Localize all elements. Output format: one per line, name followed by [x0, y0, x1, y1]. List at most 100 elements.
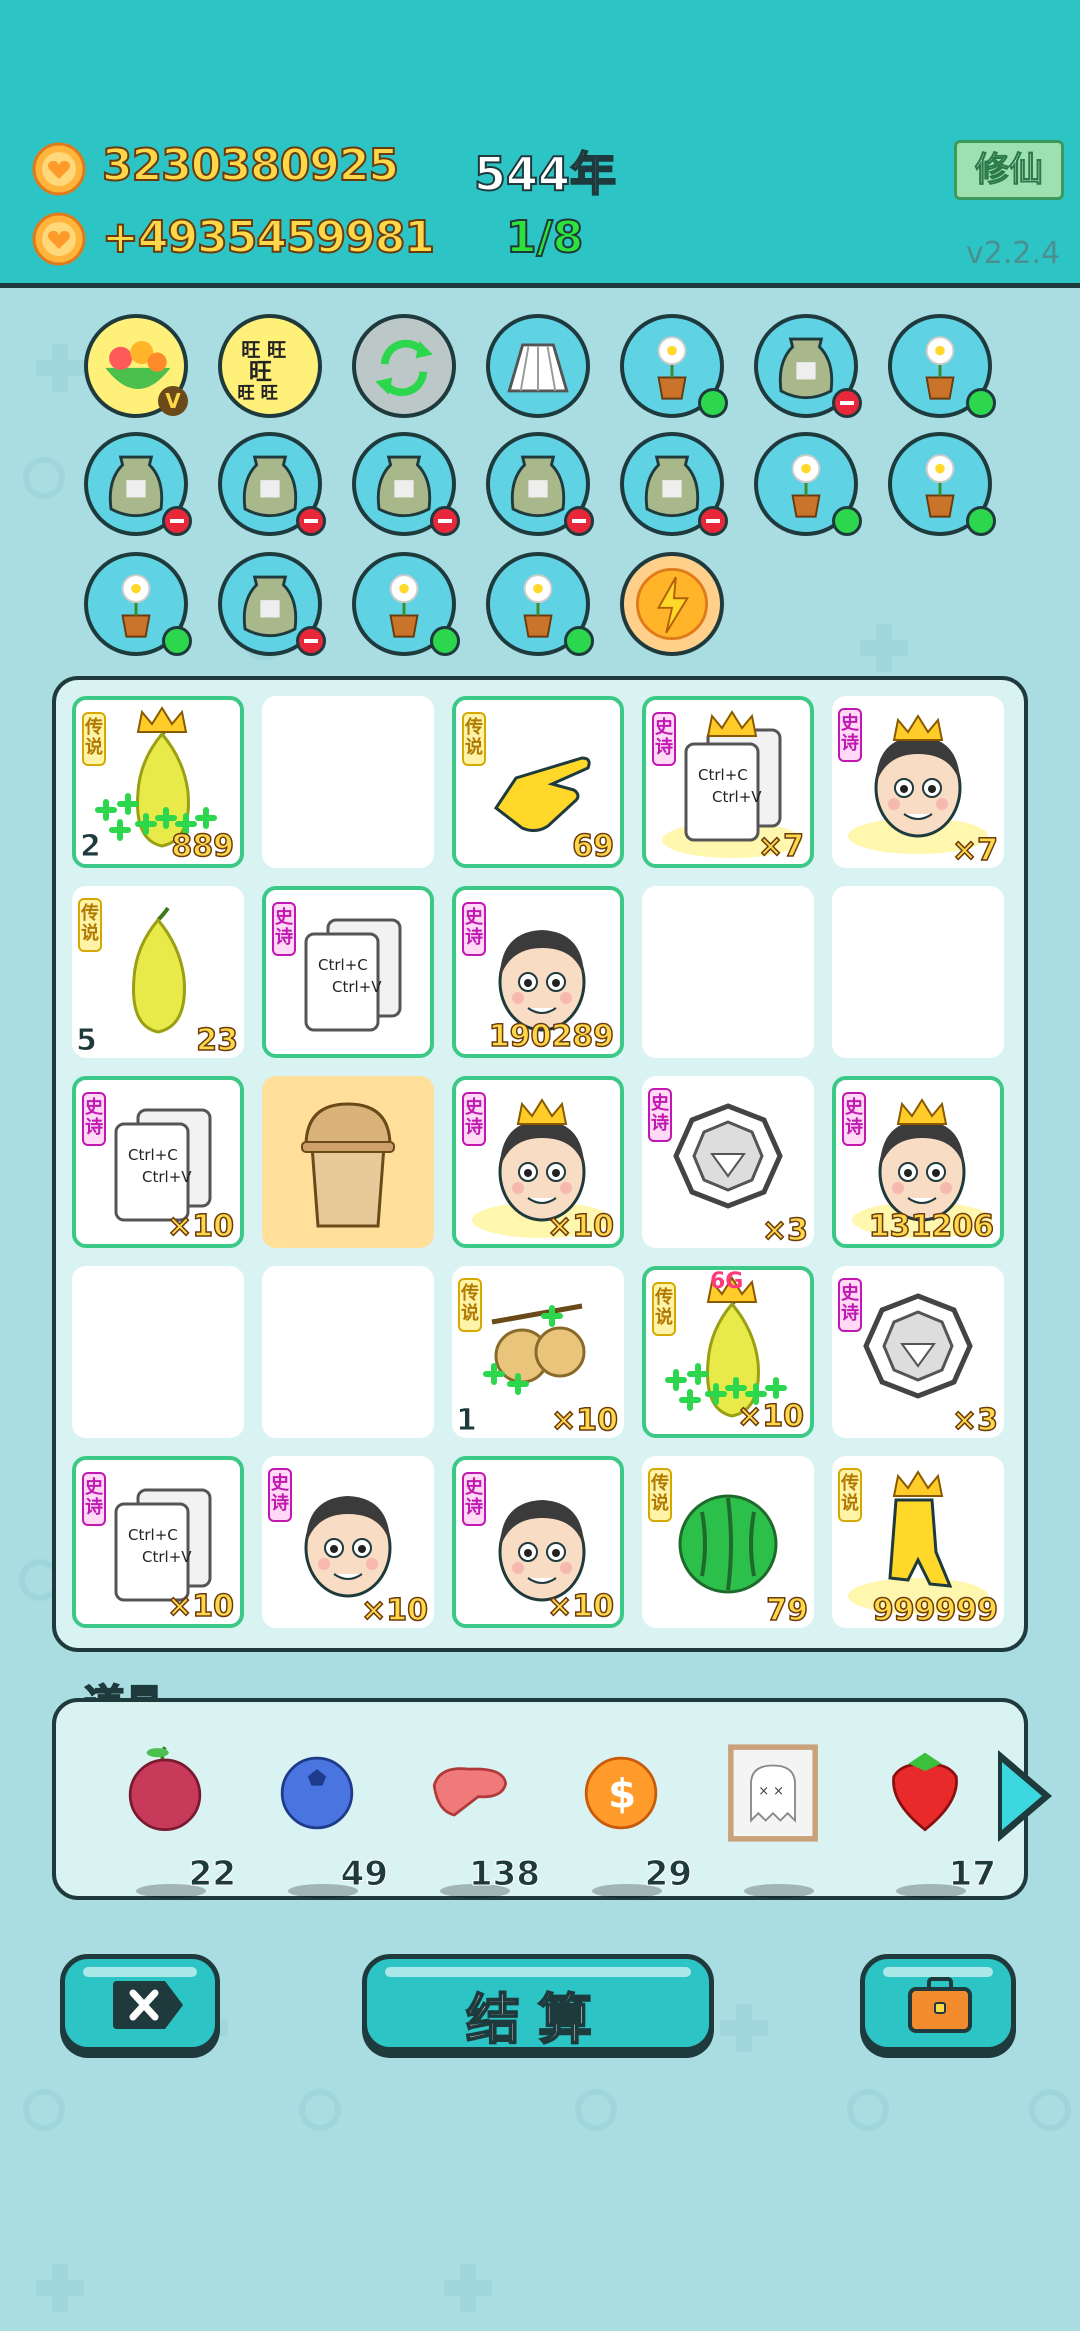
- relic-flower-pot-icon[interactable]: [888, 314, 996, 418]
- tile-value: ×10: [546, 1588, 614, 1624]
- board-tile[interactable]: 传说 23 5: [72, 886, 244, 1058]
- board-tile[interactable]: Ctrl+C Ctrl+V 史诗 ×10: [72, 1456, 244, 1628]
- tile-count: 1: [456, 1403, 478, 1439]
- board-tile[interactable]: Ctrl+C Ctrl+V 史诗: [262, 886, 434, 1058]
- board-tile[interactable]: 史诗 ×3: [832, 1266, 1004, 1438]
- board-tile[interactable]: 史诗 131206: [832, 1076, 1004, 1248]
- prop-item[interactable]: 17: [866, 1738, 997, 1898]
- board-tile[interactable]: 史诗 ×10: [452, 1076, 624, 1248]
- board-tile[interactable]: [832, 886, 1004, 1058]
- relic-sack-icon[interactable]: [84, 432, 192, 536]
- prop-item[interactable]: $29: [562, 1738, 693, 1898]
- board-tile[interactable]: Ctrl+C Ctrl+V 史诗 ×7: [642, 696, 814, 868]
- exit-button[interactable]: [60, 1954, 220, 2052]
- tile-value: ×10: [546, 1208, 614, 1244]
- svg-text:Ctrl+V: Ctrl+V: [332, 978, 382, 996]
- lightning-icon: [636, 568, 708, 640]
- relic-lightning-icon[interactable]: [620, 552, 724, 656]
- relic-refresh-icon[interactable]: [352, 314, 456, 418]
- active-badge: [832, 506, 862, 536]
- props-next-arrow-fill: [1002, 1762, 1042, 1830]
- relic-sack-icon[interactable]: [486, 432, 594, 536]
- rarity-tag: 史诗: [648, 1088, 672, 1142]
- board-tile[interactable]: 传说 69: [452, 696, 624, 868]
- prop-count: 17: [948, 1854, 996, 1895]
- cultivate-button[interactable]: 修仙: [954, 140, 1064, 200]
- board-tile[interactable]: [262, 1076, 434, 1248]
- exit-icon: [113, 1981, 183, 2029]
- board-tile[interactable]: Ctrl+C Ctrl+V 史诗 ×10: [72, 1076, 244, 1248]
- tile-value: 131206: [868, 1208, 995, 1244]
- svg-text:Ctrl+C: Ctrl+C: [698, 766, 748, 784]
- relic-flower-pot-icon[interactable]: [888, 432, 996, 536]
- refresh-icon: [375, 339, 433, 397]
- rarity-tag: 传说: [458, 1278, 482, 1332]
- inactive-badge: [564, 506, 594, 536]
- blueberry-icon: [280, 1756, 354, 1830]
- inactive-badge: [162, 506, 192, 536]
- svg-text:旺: 旺: [249, 359, 272, 385]
- board-tile[interactable]: 史诗 ×3: [642, 1076, 814, 1248]
- rarity-tag: 传说: [82, 712, 106, 766]
- relic-sack-icon[interactable]: [620, 432, 728, 536]
- board-tile[interactable]: 传说 79: [642, 1456, 814, 1628]
- rarity-tag: 传说: [838, 1468, 862, 1522]
- relic-fruit-basket-icon[interactable]: V: [84, 314, 188, 418]
- prop-count: 138: [469, 1854, 541, 1895]
- relic-flower-pot-icon[interactable]: [486, 552, 594, 656]
- prop-item[interactable]: 138: [410, 1738, 540, 1898]
- svg-text:Ctrl+C: Ctrl+C: [128, 1526, 178, 1544]
- dollar-coin-icon: $: [584, 1756, 658, 1830]
- rarity-tag: 史诗: [268, 1468, 292, 1522]
- tile-count: 5: [76, 1023, 98, 1059]
- rarity-tag: 传说: [78, 898, 102, 952]
- rarity-tag: 史诗: [462, 1092, 486, 1146]
- tile-value: ×7: [757, 828, 805, 864]
- board-tile[interactable]: 史诗 ×10: [452, 1456, 624, 1628]
- board-tile[interactable]: [72, 1266, 244, 1438]
- relic-sack-icon[interactable]: [218, 552, 326, 656]
- tile-value: ×10: [166, 1588, 234, 1624]
- relic-sack-icon[interactable]: [352, 432, 460, 536]
- board-tile[interactable]: 6G 传说 ×10: [642, 1266, 814, 1438]
- prop-item[interactable]: × ×: [714, 1738, 844, 1898]
- coin-total: 3230380925: [101, 139, 400, 192]
- rarity-tag: 史诗: [838, 708, 862, 762]
- prop-item[interactable]: 49: [258, 1738, 389, 1898]
- board-tile[interactable]: 传说 ×10 1: [452, 1266, 624, 1438]
- relic-sack-icon[interactable]: [754, 314, 862, 418]
- board-tile[interactable]: 传说 889 2: [72, 696, 244, 868]
- board-tile[interactable]: 传说 999999: [832, 1456, 1004, 1628]
- coin-income: +4935459981: [101, 211, 436, 264]
- rarity-tag: 传说: [648, 1468, 672, 1522]
- active-badge: [430, 626, 460, 656]
- relic-sack-icon[interactable]: [218, 432, 326, 536]
- coin-icon: [32, 142, 86, 196]
- prop-count: 22: [188, 1854, 236, 1895]
- inventory-button[interactable]: [860, 1954, 1016, 2052]
- prop-item[interactable]: 22: [106, 1738, 237, 1898]
- cup-icon: [301, 1102, 395, 1228]
- relic-flower-pot-icon[interactable]: [352, 552, 460, 656]
- tile-value: 889: [171, 828, 235, 864]
- prop-count: 49: [340, 1854, 388, 1895]
- board-tile[interactable]: [642, 886, 814, 1058]
- svg-text:旺 旺: 旺 旺: [237, 384, 278, 404]
- relic-flower-pot-icon[interactable]: [84, 552, 192, 656]
- tile-value: ×3: [761, 1212, 809, 1248]
- relic-flower-pot-icon[interactable]: [620, 314, 728, 418]
- board-tile[interactable]: [262, 1266, 434, 1438]
- relic-flower-pot-icon[interactable]: [754, 432, 862, 536]
- svg-text:Ctrl+V: Ctrl+V: [142, 1548, 192, 1566]
- version-label: v2.2.4: [966, 236, 1061, 271]
- board-tile[interactable]: 史诗 ×7: [832, 696, 1004, 868]
- board-tile[interactable]: 史诗 ×10: [262, 1456, 434, 1628]
- rarity-tag: 史诗: [652, 712, 676, 766]
- relic-skirt-icon[interactable]: [486, 314, 590, 418]
- board-tile[interactable]: [262, 696, 434, 868]
- liver-icon: [432, 1767, 508, 1817]
- relic-wang-text-icon[interactable]: 旺 旺旺旺 旺: [218, 314, 322, 418]
- board-tile[interactable]: 史诗 190289: [452, 886, 624, 1058]
- briefcase-icon: [908, 1977, 972, 2033]
- settle-button[interactable]: 结算: [362, 1954, 714, 2052]
